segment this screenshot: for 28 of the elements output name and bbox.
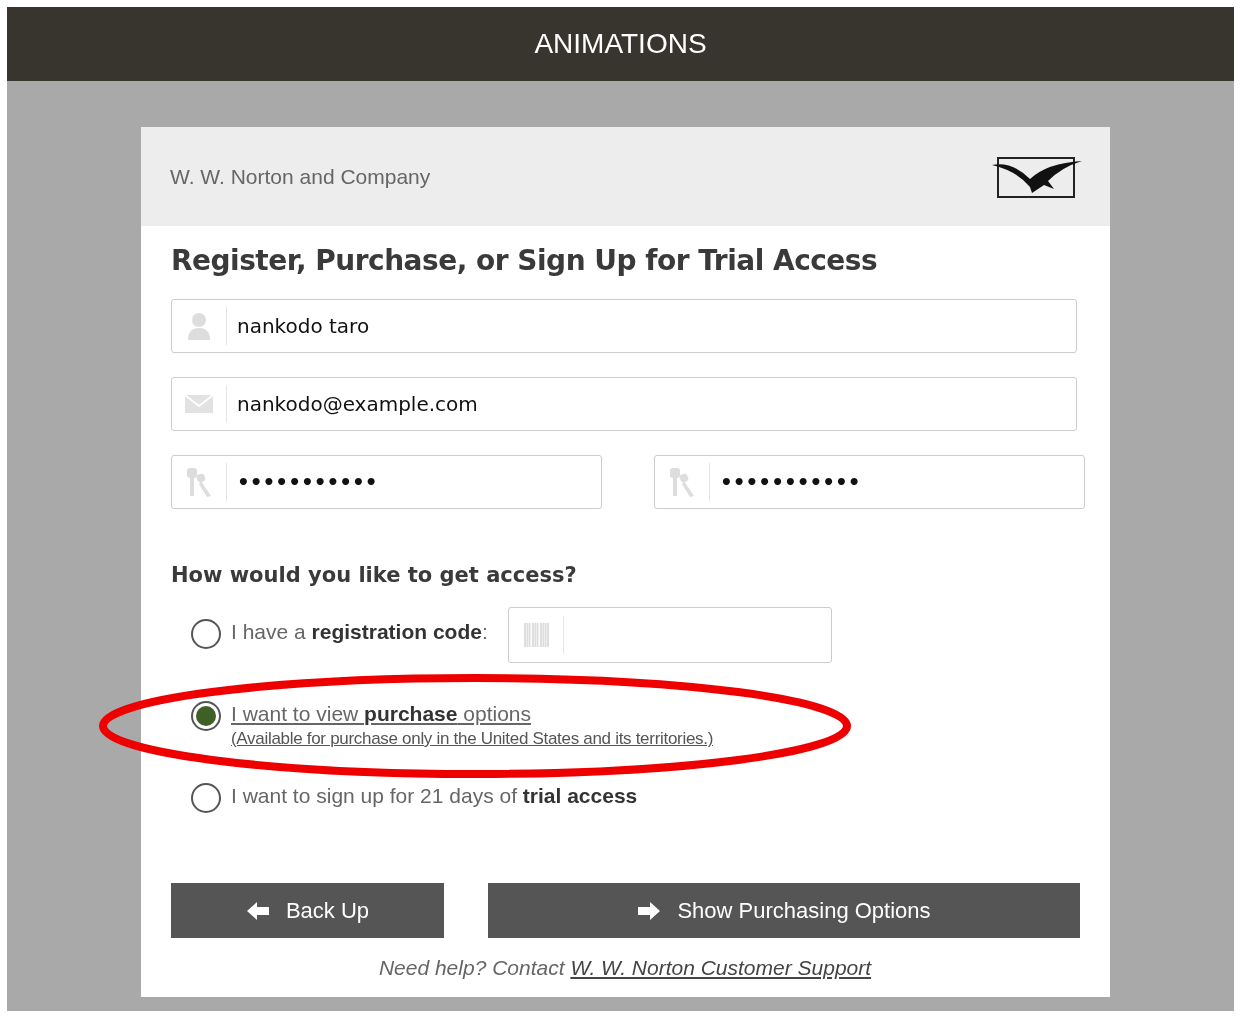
keys-icon (185, 466, 213, 498)
publisher-name: W. W. Norton and Company (170, 164, 431, 189)
email-field[interactable]: nankodo@example.com (171, 377, 1077, 431)
registration-code-field[interactable] (507, 607, 832, 663)
availability-note[interactable]: (Available for purchase only in the United States and its territories.) (231, 729, 714, 749)
radio-button[interactable] (191, 701, 221, 731)
keys-icon (668, 466, 696, 498)
password-field[interactable]: ••••••••••• (171, 455, 602, 509)
option-link[interactable]: I want to view purchase options (231, 702, 531, 725)
name-field[interactable]: nankodo taro (171, 299, 1077, 353)
show-options-button[interactable]: Show Purchasing Options (488, 883, 1080, 938)
arrow-right-icon (637, 900, 662, 921)
page-heading: Register, Purchase, or Sign Up for Trial Access (171, 244, 879, 277)
back-button[interactable]: Back Up (171, 883, 444, 938)
option-label: I have a registration code: (231, 619, 488, 645)
top-bar: ANIMATIONS (7, 7, 1234, 81)
bird-logo-icon (992, 154, 1082, 199)
password-field[interactable]: ••••••••••• (654, 455, 1085, 509)
arrow-left-icon (245, 900, 270, 921)
person-icon (187, 312, 211, 340)
radio-button[interactable] (191, 783, 221, 813)
envelope-icon (184, 394, 214, 414)
help-text: Need help? Contact W. W. Norton Customer Support (377, 956, 873, 980)
radio-button[interactable] (191, 619, 221, 649)
access-question: How would you like to get access? (171, 563, 578, 587)
barcode-icon (522, 622, 549, 648)
support-link[interactable]: W. W. Norton Customer Support (570, 956, 872, 979)
option-label: I want to sign up for 21 days of trial access (231, 783, 638, 809)
